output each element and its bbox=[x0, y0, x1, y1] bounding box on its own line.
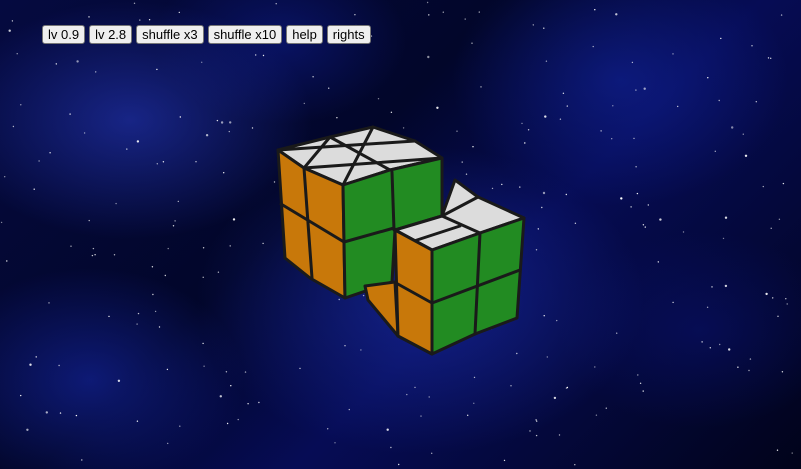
toolbar: lv 0.9 lv 2.8 shuffle x3 shuffle x10 hel… bbox=[42, 25, 371, 44]
level-2-8-button[interactable]: lv 2.8 bbox=[89, 25, 133, 44]
puzzle-cube-viewport[interactable] bbox=[0, 0, 801, 469]
level-0-9-button[interactable]: lv 0.9 bbox=[42, 25, 86, 44]
rights-button[interactable]: rights bbox=[326, 25, 371, 44]
space-background: lv 0.9 lv 2.8 shuffle x3 shuffle x10 hel… bbox=[0, 0, 801, 469]
shuffle-x10-button[interactable]: shuffle x10 bbox=[207, 25, 283, 44]
help-button[interactable]: help bbox=[286, 25, 323, 44]
shuffle-x3-button[interactable]: shuffle x3 bbox=[136, 25, 204, 44]
facelet-edge bbox=[390, 170, 396, 232]
